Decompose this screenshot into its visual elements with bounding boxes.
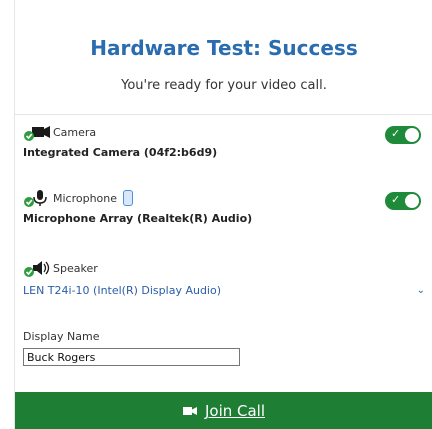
check-icon: ✓ [391,127,401,140]
speaker-selected-value: LEN T24i-10 (Intel(R) Display Audio) [23,284,222,297]
divider [15,114,432,115]
camera-device-name: Integrated Camera (04f2:b6d9) [23,146,218,159]
speaker-select[interactable]: LEN T24i-10 (Intel(R) Display Audio) ⌄ [23,284,427,297]
page-title: Hardware Test: Success [90,36,358,60]
microphone-toggle[interactable]: ✓ [385,192,421,210]
toggle-knob [405,128,419,142]
display-name-input[interactable] [23,348,240,366]
camera-toggle[interactable]: ✓ [385,126,421,144]
page-subtitle: You're ready for your video call. [121,78,327,93]
join-call-button[interactable]: Join Call [15,392,432,429]
display-name-label: Display Name [23,330,100,343]
toggle-knob [405,194,419,208]
hardware-test-panel: Hardware Test: Success You're ready for … [14,0,432,429]
camera-label: Camera [53,125,97,139]
check-icon: ✓ [391,193,401,206]
microphone-check-icon [23,189,53,207]
microphone-label: Microphone [53,191,118,205]
microphone-device-name: Microphone Array (Realtek(R) Audio) [23,212,253,225]
speaker-check-icon [23,259,53,277]
microphone-level-icon [123,190,134,206]
join-call-label: Join Call [204,401,266,420]
camera-check-icon [23,123,53,141]
chevron-down-icon: ⌄ [416,285,425,296]
speaker-section: Speaker LEN T24i-10 (Intel(R) Display Au… [23,258,427,297]
display-name-section: Display Name [23,330,427,366]
video-camera-icon [182,402,197,420]
camera-section: Camera Integrated Camera (04f2:b6d9) ✓ [23,122,427,159]
microphone-section: Microphone Microphone Array (Realtek(R) … [23,188,427,225]
speaker-label: Speaker [53,261,98,275]
